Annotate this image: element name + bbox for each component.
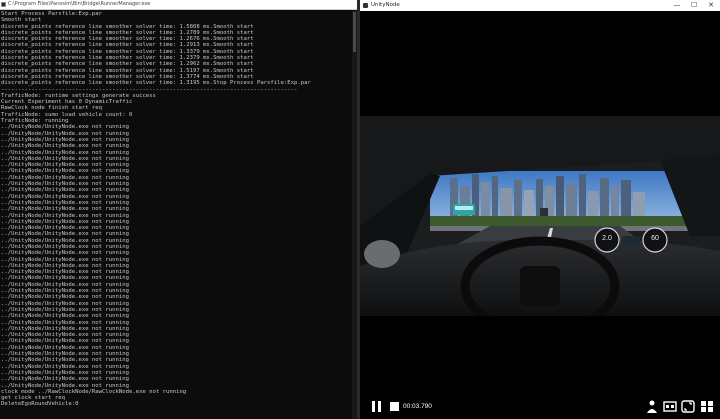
grid-icon[interactable] (700, 400, 714, 413)
console-line: discrete_points reference line smoother … (1, 80, 311, 87)
console-scrollbar-thumb[interactable] (353, 12, 356, 52)
truck (540, 208, 548, 216)
stop-icon[interactable] (390, 402, 399, 411)
simulation-view[interactable]: 2.0 60 (360, 116, 720, 316)
trees (430, 216, 700, 226)
app-icon (363, 3, 368, 8)
console-window: C:\Program Files\Panosim\Bin\Bridge\Runn… (0, 0, 357, 419)
person-icon[interactable] (645, 400, 659, 413)
unity-window-title: UnityNode (371, 2, 400, 8)
unity-titlebar[interactable]: UnityNode — ☐ ✕ (360, 0, 720, 11)
console-window-title: C:\Program Files\Panosim\Bin\Bridge\Runn… (8, 1, 151, 7)
console-titlebar[interactable]: C:\Program Files\Panosim\Bin\Bridge\Runn… (0, 0, 357, 10)
fullscreen-icon[interactable] (681, 400, 695, 413)
pause-icon[interactable] (371, 401, 382, 412)
minimize-button[interactable]: — (669, 0, 685, 11)
console-output: Start Process Parsfile:Exp.par Smooth sta… (1, 11, 353, 416)
close-button[interactable]: ✕ (703, 0, 719, 11)
playback-time: 00:03.790 (403, 403, 432, 410)
console-app-icon (1, 2, 6, 7)
maximize-button[interactable]: ☐ (686, 0, 702, 11)
side-mirror (364, 240, 400, 268)
console-line: DeleteEgoRoundVehicle:0 (1, 401, 79, 408)
gauge-right-value: 60 (651, 235, 659, 242)
unity-window: UnityNode — ☐ ✕ 2.0 60 00:03.790 (360, 0, 720, 419)
gauge-left-value: 2.0 (602, 235, 612, 242)
driving-scene (360, 116, 720, 316)
playback-controls: 00:03.790 (360, 394, 720, 419)
caption-icon[interactable] (663, 400, 677, 413)
